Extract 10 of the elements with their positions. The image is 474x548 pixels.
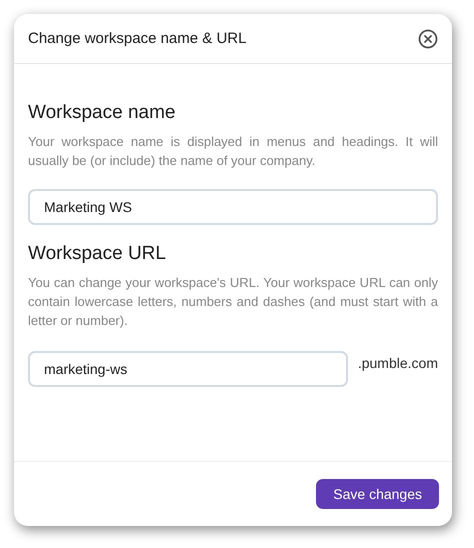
section-description: You can change your workspace's URL. Your workspace URL can only contain lowercase letters, numbers and dashes (and must start with a letter or number).	[28, 274, 438, 330]
section-heading: Workspace name	[28, 102, 176, 124]
save-button[interactable]: Save changes	[316, 479, 439, 509]
input-field[interactable]: Marketing WS	[28, 189, 438, 225]
close-icon[interactable]	[418, 28, 438, 48]
domain-suffix: .pumble.com	[358, 355, 438, 371]
section-heading: Workspace URL	[28, 243, 167, 265]
input-field[interactable]: marketing-ws	[28, 351, 348, 387]
dialog-title: Change workspace name & URL	[28, 30, 246, 47]
section-description: Your workspace name is displayed in menus and headings. It will usually be (or include) the name of your company.	[28, 133, 438, 170]
